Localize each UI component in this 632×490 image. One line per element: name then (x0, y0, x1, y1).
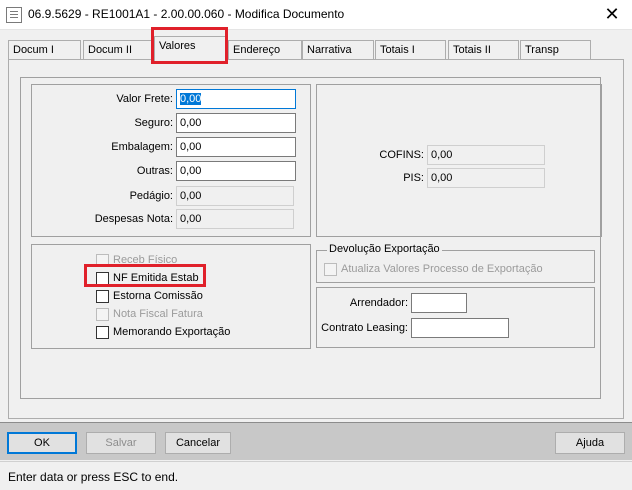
status-message: Enter data or press ESC to end. (8, 470, 179, 484)
checkbox-label: Memorando Exportação (113, 326, 231, 338)
valor-frete-label: Valor Frete: (116, 93, 173, 105)
cancelar-button[interactable]: Cancelar (165, 432, 231, 454)
tab-label: Totais II (453, 44, 491, 56)
tab-transp[interactable]: Transp (520, 40, 591, 60)
pedagio-field: 0,00 (176, 186, 294, 206)
devolucao-exportacao-legend: Devolução Exportação (327, 243, 442, 255)
pis-label: PIS: (403, 172, 424, 184)
tab-label: Docum II (88, 44, 133, 56)
tab-strip: Docum I Docum II Valores Endereço Narrat… (8, 36, 624, 61)
tab-label: Narrativa (307, 44, 352, 56)
tab-endereco[interactable]: Endereço (228, 40, 302, 60)
despesas-nota-label: Despesas Nota: (94, 213, 173, 225)
contrato-leasing-input[interactable] (411, 318, 509, 338)
checkbox-box (96, 308, 109, 321)
valor-frete-input[interactable]: 0,00 (176, 89, 296, 109)
pis-field: 0,00 (427, 168, 545, 188)
app-icon (6, 7, 22, 23)
tab-narrativa[interactable]: Narrativa (302, 40, 374, 60)
checkbox-label: Nota Fiscal Fatura (113, 308, 203, 320)
contrato-leasing-label: Contrato Leasing: (321, 322, 408, 334)
button-bar: OK Salvar Cancelar Ajuda (0, 422, 632, 460)
tab-docum-ii[interactable]: Docum II (83, 40, 153, 60)
checkbox-label: Atualiza Valores Processo de Exportação (341, 263, 543, 275)
salvar-button[interactable]: Salvar (86, 432, 156, 454)
status-bar: Enter data or press ESC to end. (0, 461, 632, 490)
seguro-input[interactable]: 0,00 (176, 113, 296, 133)
despesas-nota-field: 0,00 (176, 209, 294, 229)
tab-label: Totais I (380, 44, 415, 56)
ok-button[interactable]: OK (7, 432, 77, 454)
seguro-label: Seguro: (134, 117, 173, 129)
arrendador-input[interactable] (411, 293, 467, 313)
outras-label: Outras: (136, 165, 173, 177)
checkbox-box (96, 290, 109, 303)
checkbox-box (324, 263, 337, 276)
pedagio-label: Pedágio: (129, 190, 173, 202)
tab-label: Transp (525, 44, 559, 56)
tab-totais-i[interactable]: Totais I (375, 40, 446, 60)
outras-input[interactable]: 0,00 (176, 161, 296, 181)
tab-highlight-annotation (151, 27, 228, 64)
window-title: 06.9.5629 - RE1001A1 - 2.00.00.060 - Mod… (28, 7, 345, 21)
ajuda-button[interactable]: Ajuda (555, 432, 625, 454)
arrendador-label: Arrendador: (349, 297, 408, 309)
checkbox-box (96, 326, 109, 339)
close-button[interactable]: ✕ (592, 0, 632, 30)
checkbox-label: Estorna Comissão (113, 290, 203, 302)
embalagem-label: Embalagem: (111, 141, 173, 153)
checkbox-highlight-annotation (84, 264, 206, 287)
valor-frete-value: 0,00 (180, 93, 202, 105)
embalagem-input[interactable]: 0,00 (176, 137, 296, 157)
tab-docum-i[interactable]: Docum I (8, 40, 81, 60)
tab-label: Endereço (233, 44, 281, 56)
tab-totais-ii[interactable]: Totais II (448, 40, 519, 60)
title-bar: 06.9.5629 - RE1001A1 - 2.00.00.060 - Mod… (0, 0, 632, 30)
tab-label: Docum I (13, 44, 54, 56)
cofins-field: 0,00 (427, 145, 545, 165)
cofins-label: COFINS: (379, 149, 424, 161)
